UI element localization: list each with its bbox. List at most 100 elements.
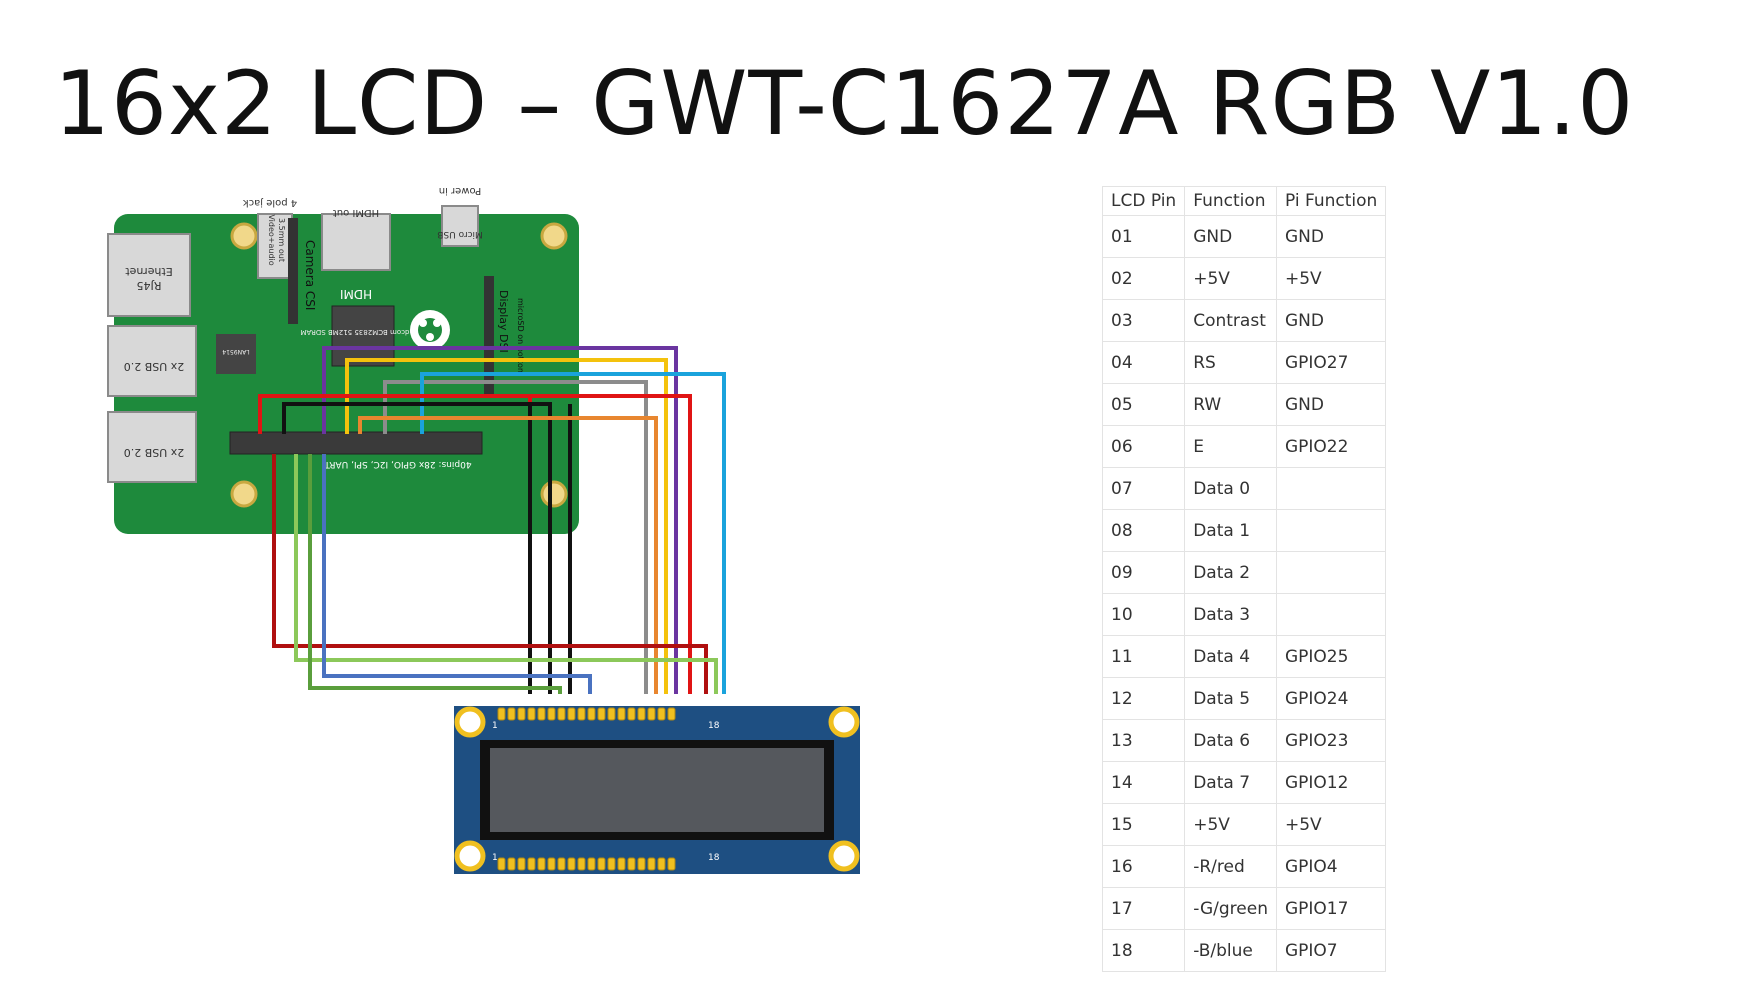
mounting-hole <box>454 840 486 872</box>
usb-port-2: 2x USB 2.0 <box>107 411 197 483</box>
lcd-pin <box>497 857 506 871</box>
table-row: 02 +5V +5V <box>1101 257 1387 300</box>
power-port: Micro USB Power in <box>437 185 483 247</box>
pi-function-cell: GPIO22 <box>1275 425 1387 468</box>
function-cell: +5V <box>1184 257 1277 300</box>
lan-chip: LAN9514 <box>216 334 256 374</box>
pin-mapping-table: LCD Pin Function Pi Function 01 GND GND 02 +… <box>1101 186 1387 972</box>
composite-label: 3.5mm out <box>277 218 286 262</box>
table-row: 14 Data 7 GPIO12 <box>1101 761 1387 804</box>
table-row: 11 Data 4 GPIO25 <box>1101 635 1387 678</box>
lcd-pin-cell: 03 <box>1101 299 1186 342</box>
lcd-pin-cell: 12 <box>1101 677 1186 720</box>
table-row: 05 RW GND <box>1101 383 1387 426</box>
table-row: 07 Data 0 <box>1101 467 1387 510</box>
pin-1-label-bottom: 1 <box>492 853 498 863</box>
microsd-label: microSD on bottom <box>516 298 525 376</box>
function-cell: Data 6 <box>1184 719 1277 762</box>
page-title: 16x2 LCD – GWT-C1627A RGB V1.0 <box>54 52 1635 155</box>
lcd-pin <box>627 857 636 871</box>
function-cell: -B/blue <box>1184 929 1277 972</box>
lcd-pin <box>557 707 566 721</box>
mounting-hole <box>454 706 486 738</box>
mounting-hole <box>230 480 258 508</box>
pi-function-cell: GND <box>1275 383 1387 426</box>
power-in-label: Power in <box>439 185 482 196</box>
lcd-pin <box>557 857 566 871</box>
video-audio-label: Video+audio <box>267 214 276 265</box>
table-row: 10 Data 3 <box>1101 593 1387 636</box>
table-row: 08 Data 1 <box>1101 509 1387 552</box>
pi-function-cell <box>1275 509 1387 552</box>
lcd-pin-cell: 01 <box>1101 215 1186 258</box>
gpio-label: 40pins: 28x GPIO, I2C, SPI, UART <box>324 459 472 469</box>
lcd-pin <box>577 857 586 871</box>
hdmi-out-label: HDMI out <box>333 207 379 218</box>
lcd-screen <box>490 748 824 832</box>
pi-function-cell: GPIO12 <box>1275 761 1387 804</box>
hdmi-label: HDMI <box>340 287 372 301</box>
mounting-hole <box>828 706 860 738</box>
lcd-pin-cell: 06 <box>1101 425 1186 468</box>
lcd-pin <box>517 707 526 721</box>
lcd-pin <box>507 707 516 721</box>
table-row: 13 Data 6 GPIO23 <box>1101 719 1387 762</box>
pi-function-cell: GND <box>1275 299 1387 342</box>
lcd-pin <box>637 707 646 721</box>
table-row: 17 -G/green GPIO17 <box>1101 887 1387 930</box>
table-row: 12 Data 5 GPIO24 <box>1101 677 1387 720</box>
lcd-pin <box>647 707 656 721</box>
table-row: 09 Data 2 <box>1101 551 1387 594</box>
pi-function-cell: GPIO27 <box>1275 341 1387 384</box>
lcd-pin <box>587 857 596 871</box>
pi-function-cell: GPIO4 <box>1275 845 1387 888</box>
pi-function-cell: GPIO24 <box>1275 677 1387 720</box>
lcd-module: 1 18 1 18 <box>454 706 860 874</box>
lcd-pin-cell: 13 <box>1101 719 1186 762</box>
lcd-pin <box>527 707 536 721</box>
lcd-pin-cell: 16 <box>1101 845 1186 888</box>
lcd-pin <box>607 857 616 871</box>
table-row: 01 GND GND <box>1101 215 1387 258</box>
column-header: Pi Function <box>1275 186 1387 216</box>
soc-label: Broadcom BCM2835 512MB SDRAM <box>300 328 425 336</box>
usb-port-1: 2x USB 2.0 <box>107 325 197 397</box>
lcd-pin <box>647 857 656 871</box>
mounting-hole <box>540 222 568 250</box>
function-cell: Data 2 <box>1184 551 1277 594</box>
lcd-pin <box>627 707 636 721</box>
lcd-pin <box>507 857 516 871</box>
function-cell: Contrast <box>1184 299 1277 342</box>
function-cell: Data 5 <box>1184 677 1277 720</box>
lcd-pin <box>517 857 526 871</box>
lcd-pin <box>527 857 536 871</box>
lcd-pin <box>567 707 576 721</box>
lcd-pin-cell: 15 <box>1101 803 1186 846</box>
mounting-hole <box>828 840 860 872</box>
usb-2-label: 2x USB 2.0 <box>124 446 185 459</box>
pin-18-label-bottom: 18 <box>708 853 720 863</box>
usb-1-label: 2x USB 2.0 <box>124 360 185 373</box>
pin-18-label-top: 18 <box>708 721 720 731</box>
function-cell: -G/green <box>1184 887 1277 930</box>
lcd-pin-cell: 02 <box>1101 257 1186 300</box>
function-cell: RS <box>1184 341 1277 384</box>
lcd-pin <box>667 857 676 871</box>
raspberry-logo <box>410 310 450 350</box>
table-row: 18 -B/blue GPIO7 <box>1101 929 1387 972</box>
table-row: 16 -R/red GPIO4 <box>1101 845 1387 888</box>
pi-function-cell: +5V <box>1275 803 1387 846</box>
lcd-pin <box>607 707 616 721</box>
display-label: Display DSI <box>497 290 510 353</box>
micro-usb-label: Micro USB <box>437 229 483 239</box>
pi-function-cell <box>1275 593 1387 636</box>
lcd-pin <box>577 707 586 721</box>
rj45-label: RJ45 <box>137 279 162 292</box>
lcd-pin <box>537 857 546 871</box>
lcd-pin-cell: 07 <box>1101 467 1186 510</box>
pi-function-cell: GND <box>1275 215 1387 258</box>
ethernet-port-label: Ethernet <box>125 265 173 278</box>
lcd-pin <box>597 857 606 871</box>
table-header-row: LCD Pin Function Pi Function <box>1101 186 1387 216</box>
table-row: 04 RS GPIO27 <box>1101 341 1387 384</box>
